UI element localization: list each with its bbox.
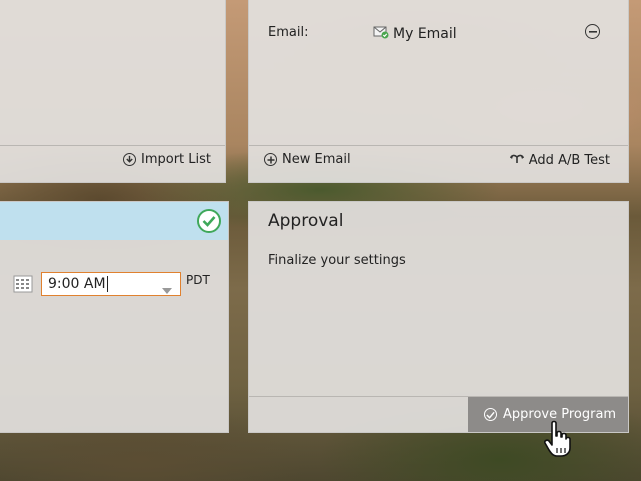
timezone-label: PDT	[186, 273, 210, 287]
text-cursor	[106, 276, 108, 292]
email-card: Email: My Email New Email Add A/B Test	[248, 0, 629, 183]
time-value: 9:00 AM	[48, 276, 106, 292]
import-list-link[interactable]: Import List	[122, 152, 211, 167]
new-email-link[interactable]: New Email	[264, 152, 351, 167]
new-email-label: New Email	[282, 152, 351, 167]
time-select[interactable]: 9:00 AM	[41, 272, 181, 296]
success-check-icon	[197, 209, 221, 233]
ab-test-icon	[509, 152, 524, 168]
email-asset-name: My Email	[393, 26, 457, 42]
status-band	[0, 202, 228, 240]
email-asset-link[interactable]: My Email	[373, 25, 457, 43]
divider	[249, 145, 628, 146]
schedule-card: 9:00 AM PDT	[0, 201, 229, 433]
email-label: Email:	[268, 25, 309, 40]
chevron-down-icon	[162, 282, 172, 298]
divider	[0, 145, 225, 146]
email-asset-icon	[373, 25, 389, 43]
check-circle-icon	[484, 408, 497, 421]
calendar-icon[interactable]	[13, 275, 33, 297]
email-row: Email:	[268, 25, 308, 40]
hand-cursor-icon	[544, 420, 572, 462]
list-card: Import List	[0, 0, 226, 183]
approval-card: Approval Finalize your settings Approve …	[248, 201, 629, 433]
import-list-label: Import List	[140, 152, 211, 167]
plus-icon	[264, 153, 277, 166]
remove-icon[interactable]	[585, 24, 600, 39]
ab-test-label: Add A/B Test	[528, 152, 610, 168]
approval-subtitle: Finalize your settings	[268, 253, 406, 268]
approval-title: Approval	[268, 211, 344, 231]
add-ab-test-link[interactable]: Add A/B Test	[509, 152, 610, 168]
import-icon	[122, 153, 136, 166]
